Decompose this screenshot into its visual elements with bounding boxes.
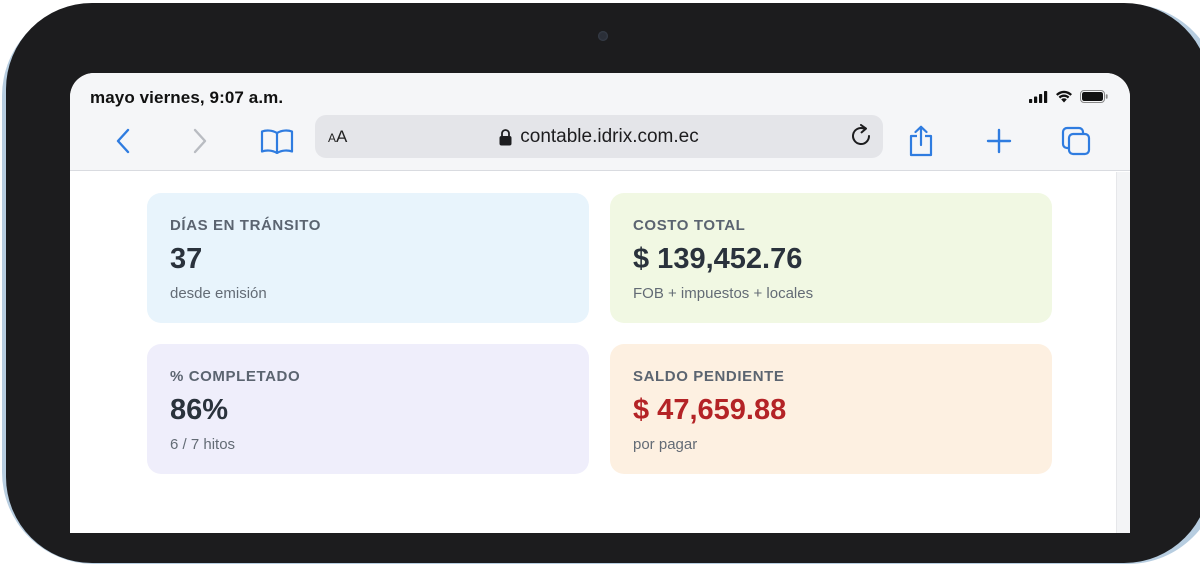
battery-icon — [1080, 90, 1108, 103]
url-text: contable.idrix.com.ec — [520, 126, 699, 147]
new-tab-button[interactable] — [979, 121, 1019, 161]
kpi-value: $ 47,659.88 — [633, 394, 787, 426]
kpi-card-saldo-pendiente: SALDO PENDIENTE $ 47,659.88 por pagar — [610, 344, 1052, 474]
back-chevron-icon — [116, 128, 130, 154]
kpi-card-dias-en-transito: DÍAS EN TRÁNSITO 37 desde emisión — [147, 193, 589, 323]
forward-chevron-icon — [193, 128, 207, 154]
bookmarks-button[interactable] — [257, 121, 297, 161]
screen: mayo viernes, 9:07 a.m. AA contable.idri… — [70, 73, 1130, 533]
back-button[interactable] — [103, 121, 143, 161]
browser-toolbar: AA contable.idrix.com.ec — [70, 113, 1130, 171]
kpi-value: 37 — [170, 243, 203, 275]
kpi-label: SALDO PENDIENTE — [633, 368, 785, 385]
share-button[interactable] — [901, 121, 941, 161]
url-display: contable.idrix.com.ec — [315, 126, 883, 148]
kpi-label: DÍAS EN TRÁNSITO — [170, 217, 322, 234]
reload-button[interactable] — [847, 122, 875, 150]
kpi-subtext: por pagar — [633, 436, 698, 453]
page-content: DÍAS EN TRÁNSITO 37 desde emisión COSTO … — [70, 172, 1116, 533]
kpi-label: % COMPLETADO — [170, 368, 301, 385]
wifi-icon — [1056, 90, 1072, 103]
share-icon — [909, 125, 933, 157]
plus-icon — [986, 128, 1012, 154]
kpi-value: 86% — [170, 394, 229, 426]
kpi-label: COSTO TOTAL — [633, 217, 746, 234]
status-bar: mayo viernes, 9:07 a.m. — [70, 73, 1130, 113]
reload-icon — [852, 124, 870, 145]
kpi-card-porcentaje-completado: % COMPLETADO 86% 6 / 7 hitos — [147, 344, 589, 474]
kpi-subtext: FOB + impuestos + locales — [633, 285, 814, 302]
status-icons — [1029, 90, 1108, 103]
kpi-card-costo-total: COSTO TOTAL $ 139,452.76 FOB + impuestos… — [610, 193, 1052, 323]
address-bar[interactable]: AA contable.idrix.com.ec — [315, 115, 883, 158]
bookmarks-book-icon — [260, 129, 294, 154]
kpi-subtext: desde emisión — [170, 285, 267, 302]
lock-icon — [499, 128, 512, 145]
status-time: mayo viernes, 9:07 a.m. — [90, 88, 284, 107]
page-scroll-gutter — [1116, 172, 1130, 533]
front-camera — [598, 31, 608, 41]
tabs-overview-button[interactable] — [1056, 121, 1096, 161]
tabs-icon — [1061, 126, 1091, 156]
forward-button[interactable] — [180, 121, 220, 161]
kpi-value: $ 139,452.76 — [633, 243, 803, 275]
cellular-signal-icon — [1029, 90, 1048, 103]
kpi-subtext: 6 / 7 hitos — [170, 436, 236, 453]
